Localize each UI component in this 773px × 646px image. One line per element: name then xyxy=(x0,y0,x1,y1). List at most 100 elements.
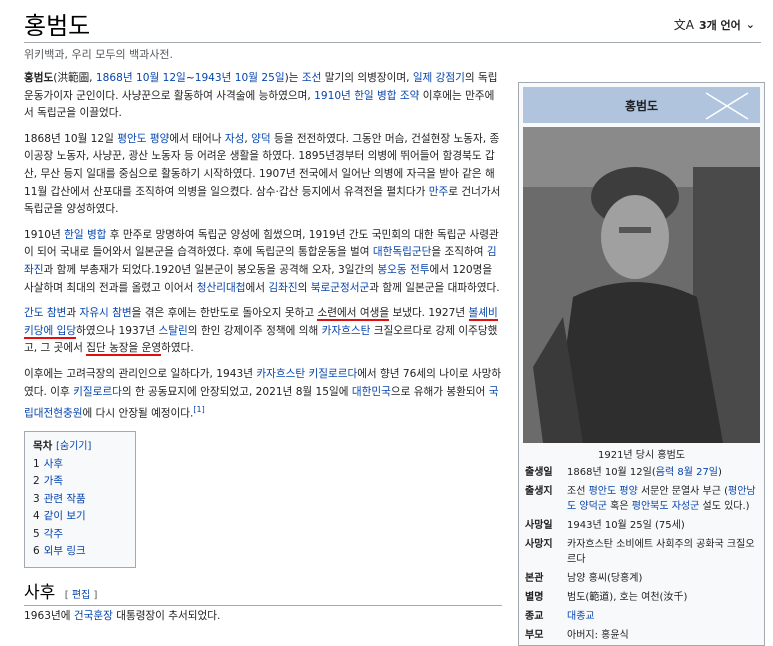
text-run: 의 한인 강제이주 정책에 의해 xyxy=(187,324,322,337)
text-run: 을 겪은 후에는 한반도로 돌아오지 못하고 xyxy=(131,307,318,320)
text-run: 1943년 10월 25일 (75세) xyxy=(567,520,685,531)
text-run: 남양 홍씨(당홍계) xyxy=(567,573,643,584)
text-run: 조선 xyxy=(567,486,589,497)
inline-link[interactable]: 평안북도 자성군 xyxy=(632,501,700,512)
section-heading: 사후 xyxy=(24,583,56,603)
inline-link[interactable]: 김좌진 xyxy=(268,282,297,294)
toc-item-label[interactable]: 사후 xyxy=(44,458,63,470)
text-run: 범도(範道), 호는 여천(汝千) xyxy=(567,592,688,603)
inline-link[interactable]: 자성 xyxy=(225,133,245,145)
inline-link[interactable]: 평양 xyxy=(619,486,637,497)
infobox-row-value: 1943년 10월 25일 (75세) xyxy=(567,518,758,533)
text-run: 보냈다. 1927년 xyxy=(389,307,469,320)
toc-item[interactable]: 4 같이 보기 xyxy=(33,508,127,526)
inline-link[interactable]: 1910년 xyxy=(314,90,351,102)
inline-link[interactable]: [1] xyxy=(193,405,204,414)
inline-link[interactable]: 한일 병합 xyxy=(64,229,106,241)
section-edit-link[interactable]: [ 편집 ] xyxy=(65,590,98,601)
portrait-photo[interactable] xyxy=(523,127,760,443)
inline-link[interactable]: 음력 8월 27일 xyxy=(656,467,718,478)
infobox-row-key: 출생지 xyxy=(525,486,553,497)
photo-caption: 1921년 당시 홍범도 xyxy=(597,450,685,461)
infobox-row: 출생일 1868년 10월 12일(음력 8월 27일) xyxy=(519,463,764,482)
toc-item-number: 1 xyxy=(33,457,40,470)
toc-item-label[interactable]: 각주 xyxy=(44,528,63,540)
inline-link[interactable]: 평안도 xyxy=(117,133,146,145)
infobox-row-key: 출생일 xyxy=(525,467,553,478)
inline-link[interactable]: 키질로르다 xyxy=(308,368,357,380)
language-button[interactable]: 文A 3개 언어 ⌄ xyxy=(674,16,755,33)
inline-link[interactable]: 조선 xyxy=(302,72,322,84)
inline-link[interactable]: 대한민국 xyxy=(352,386,391,398)
language-button-label: 3개 언어 xyxy=(698,18,741,32)
paragraph: 1868년 10월 12일 평안도 평양에서 태어나 자성, 양덕 등을 전전하… xyxy=(24,131,502,219)
inline-link[interactable]: 대종교 xyxy=(567,611,595,622)
text-run: 의 xyxy=(297,281,311,294)
text-run: ) xyxy=(718,467,722,478)
toc-item[interactable]: 2 가족 xyxy=(33,473,127,491)
toc-item-label[interactable]: 같이 보기 xyxy=(44,510,86,522)
decorative-swords-icon xyxy=(705,92,749,120)
text-run: 의 한 공동묘지에 안장되었고, 2021년 8월 15일에 xyxy=(121,385,352,398)
section-paragraph: 1963년에 건국훈장 대통령장이 추서되었다. xyxy=(24,608,220,623)
inline-link[interactable]: 일제 강점기 xyxy=(413,72,465,84)
toc-item-label[interactable]: 관련 작품 xyxy=(44,493,86,505)
toc-item[interactable]: 1 사후 xyxy=(33,456,127,474)
inline-link[interactable]: 청산리대첩 xyxy=(197,282,246,294)
table-of-contents: 목차 [숨기기] 1 사후 2 가족 3 관련 작품 4 같이 보기 5 각주 6 외부 링크 xyxy=(24,431,136,568)
paragraph: 홍범도(洪範圖, 1868년 10월 12일~1943년 10월 25일)는 조… xyxy=(24,70,502,123)
inline-link[interactable]: 키질로르다 xyxy=(73,386,122,398)
text-run: 하였다. xyxy=(161,342,194,355)
title-divider xyxy=(24,42,761,43)
infobox-row: 사망지 카자흐스탄 소비에트 사회주의 공화국 크질오르다 xyxy=(519,535,764,569)
toc-item[interactable]: 6 외부 링크 xyxy=(33,543,127,561)
toc-item-number: 6 xyxy=(33,545,40,558)
text-run: 과 함께 부총재가 되었다.1920년 일본군이 봉오동을 공격해 오자, 3일… xyxy=(43,263,378,276)
paragraph: 1910년 한일 병합 후 만주로 망명하여 독립군 양성에 힘썼으며, 191… xyxy=(24,227,502,297)
translate-icon: 文A xyxy=(673,18,694,32)
inline-link[interactable]: 간도 참변 xyxy=(24,307,66,319)
inline-link[interactable]: 한일 병합 조약 xyxy=(354,90,419,102)
infobox-row-value: 대종교 xyxy=(567,609,758,624)
infobox-row: 출생지 조선 평안도 평양 서문안 문열사 부근 (평안남도 양덕군 혹은 평안북… xyxy=(519,482,764,516)
article-body: 홍범도(洪範圖, 1868년 10월 12일~1943년 10월 25일)는 조… xyxy=(24,70,502,568)
toc-header: 목차 [숨기기] xyxy=(33,438,127,456)
text-run: 대통령장이 추서되었다. xyxy=(112,610,221,622)
inline-link[interactable]: 건국훈장 xyxy=(74,610,113,622)
infobox-row-value: 1868년 10월 12일(음력 8월 27일) xyxy=(567,465,758,480)
toc-item-number: 3 xyxy=(33,492,40,505)
infobox-title: 홍범도 xyxy=(624,98,659,113)
infobox-row-value: 남양 홍씨(당홍계) xyxy=(567,571,758,586)
inline-link[interactable]: 봉오동 전투 xyxy=(377,264,429,276)
text-run: 과 함께 일본군을 대파하였다. xyxy=(369,281,500,294)
infobox-row: 본관 남양 홍씨(당홍계) xyxy=(519,569,764,588)
toc-item[interactable]: 3 관련 작품 xyxy=(33,491,127,509)
toc-item-label[interactable]: 외부 링크 xyxy=(44,545,86,557)
inline-link[interactable]: 평양 xyxy=(150,133,170,145)
inline-link[interactable]: 자유시 참변 xyxy=(79,307,131,319)
inline-link[interactable]: 카자흐스탄 xyxy=(256,368,305,380)
inline-link[interactable]: 북로군정서군 xyxy=(311,282,369,294)
article-paragraphs: 홍범도(洪範圖, 1868년 10월 12일~1943년 10월 25일)는 조… xyxy=(24,70,502,423)
toc-toggle[interactable]: [숨기기] xyxy=(56,441,91,452)
inline-link[interactable]: 1943년 10월 25일 xyxy=(195,72,285,84)
infobox-row: 별명 범도(範道), 호는 여천(汝千) xyxy=(519,588,764,607)
text-run: 서문안 문열사 부근 ( xyxy=(637,486,729,497)
toc-item-number: 2 xyxy=(33,475,40,488)
inline-link[interactable]: 1868년 10월 12일 xyxy=(96,72,186,84)
edit-link[interactable]: 편집 xyxy=(72,590,90,601)
inline-link[interactable]: 대한독립군단 xyxy=(373,246,431,258)
text-run: 혹은 xyxy=(606,501,632,512)
inline-link[interactable]: 스탈린 xyxy=(159,325,188,337)
toc-item[interactable]: 5 각주 xyxy=(33,526,127,544)
text-run: 에서 태어나 xyxy=(169,132,225,145)
inline-link[interactable]: 카자흐스탄 xyxy=(322,325,371,337)
text-run: )는 xyxy=(284,72,302,84)
inline-link[interactable]: 만주 xyxy=(429,186,449,198)
text-run: 소련에서 여생을 xyxy=(317,307,390,322)
toc-title: 목차 xyxy=(33,440,53,453)
inline-link[interactable]: 평안도 xyxy=(589,486,617,497)
toc-item-label[interactable]: 가족 xyxy=(44,475,63,487)
infobox-row-value: 조선 평안도 평양 서문안 문열사 부근 (평안남도 양덕군 혹은 평안북도 자… xyxy=(567,484,758,514)
inline-link[interactable]: 양덕 xyxy=(251,133,271,145)
